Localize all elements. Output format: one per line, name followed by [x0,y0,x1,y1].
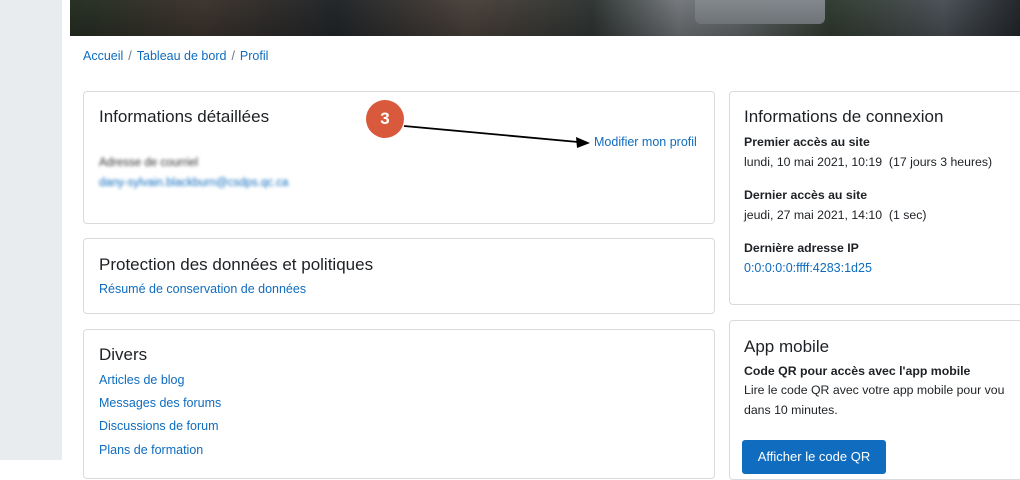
step-number-badge: 3 [366,100,404,138]
annotation-arrow [403,125,590,148]
